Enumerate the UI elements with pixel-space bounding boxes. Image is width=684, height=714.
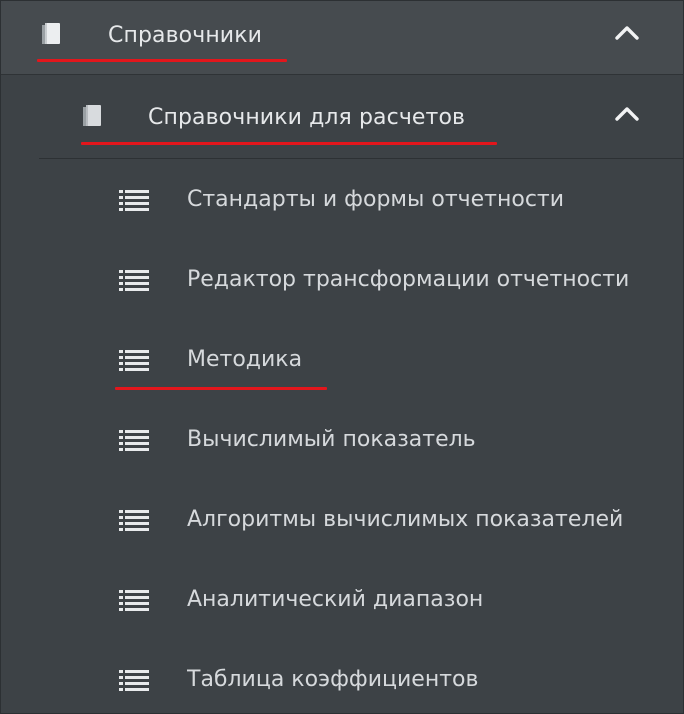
menu-section-spravochniki[interactable]: Справочники	[1, 1, 683, 75]
list-icon	[119, 430, 149, 451]
list-icon	[119, 590, 149, 611]
highlight-underline	[115, 387, 327, 390]
subsection-label: Справочники для расчетов	[148, 105, 466, 130]
menu-item-label: Алгоритмы вычислимых показателей	[187, 507, 624, 532]
menu-item-label: Методика	[187, 347, 303, 372]
book-icon	[42, 23, 60, 44]
menu-item-computed-indicator[interactable]: Вычислимый показатель	[1, 401, 683, 481]
menu-item-standards[interactable]: Стандарты и формы отчетности	[1, 161, 683, 241]
navigation-menu: Справочники Справочники для расчетов Ста…	[0, 0, 684, 714]
menu-item-algorithms[interactable]: Алгоритмы вычислимых показателей	[1, 481, 683, 561]
list-icon	[119, 190, 149, 211]
section-label: Справочники	[108, 23, 262, 48]
menu-item-label: Таблица коэффициентов	[187, 667, 479, 692]
list-icon	[119, 350, 149, 371]
menu-item-methodology[interactable]: Методика	[1, 321, 683, 401]
book-icon	[83, 105, 101, 126]
menu-item-label: Стандарты и формы отчетности	[187, 187, 565, 212]
menu-item-label: Редактор трансформации отчетности	[187, 267, 630, 292]
highlight-underline	[37, 59, 287, 62]
highlight-underline	[81, 142, 497, 145]
list-icon	[119, 510, 149, 531]
menu-item-transformation-editor[interactable]: Редактор трансформации отчетности	[1, 241, 683, 321]
chevron-up-icon[interactable]	[613, 104, 641, 124]
menu-item-coefficient-table[interactable]: Таблица коэффициентов	[1, 641, 683, 713]
menu-item-label: Аналитический диапазон	[187, 587, 484, 612]
chevron-up-icon[interactable]	[613, 23, 641, 43]
divider	[39, 158, 683, 159]
list-icon	[119, 270, 149, 291]
menu-item-analytical-range[interactable]: Аналитический диапазон	[1, 561, 683, 641]
menu-subsection-spravochniki-dlya-raschetov[interactable]: Справочники для расчетов	[1, 77, 683, 159]
list-icon	[119, 670, 149, 691]
menu-item-label: Вычислимый показатель	[187, 427, 476, 452]
